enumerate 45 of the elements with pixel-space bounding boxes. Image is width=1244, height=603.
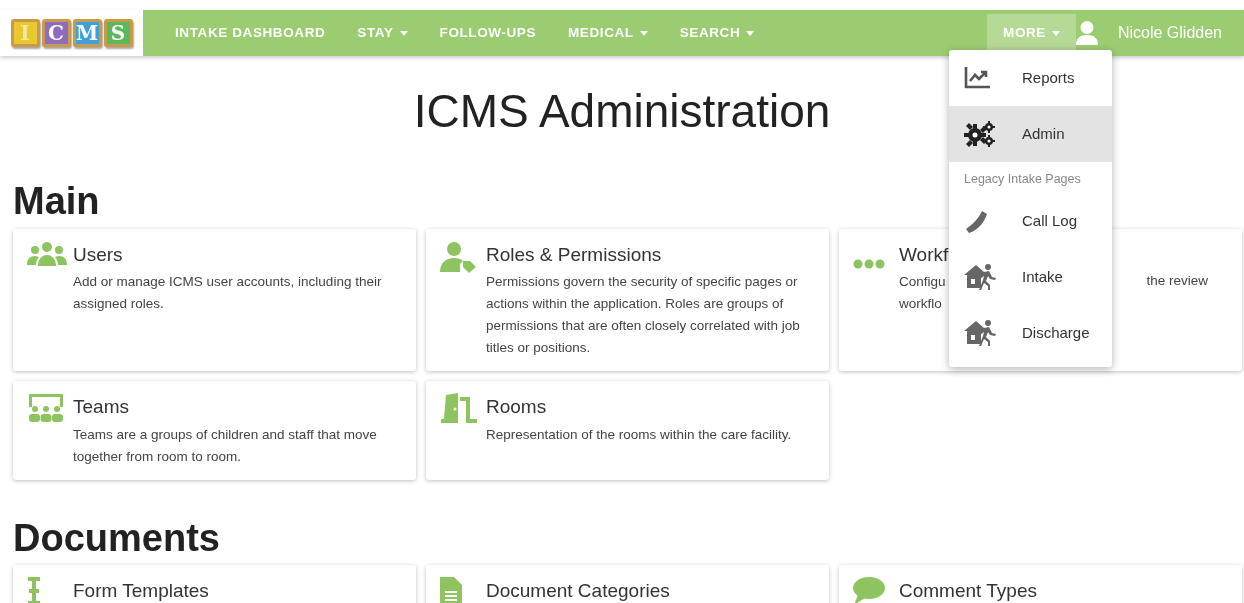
card-title: Document Categories <box>486 579 671 603</box>
admin-card[interactable]: Document Categories <box>426 565 829 603</box>
line-chart-icon <box>964 67 990 89</box>
admin-card[interactable]: Users Add or manage ICMS user accounts, including their assigned roles. <box>13 228 416 372</box>
card-description: Configu <box>899 273 946 292</box>
card-description: Teams are a groups of children and staff that move together from room to room. <box>73 425 378 466</box>
house-person-icon <box>964 319 996 346</box>
menu-item[interactable]: Intake <box>949 248 1112 305</box>
door-icon <box>440 393 478 424</box>
admin-card[interactable]: Rooms Representation of the rooms within the care facility. <box>426 381 829 480</box>
user-icon <box>1075 21 1098 45</box>
card-title: Rooms <box>486 395 548 420</box>
menu-header: Legacy Intake Pages <box>963 171 1082 188</box>
text-cursor-icon <box>27 577 41 603</box>
user-tag-icon <box>440 240 476 273</box>
card-title: Workf <box>899 242 949 267</box>
logo[interactable]: I C M S <box>0 10 143 56</box>
admin-card[interactable]: Comment Types <box>839 565 1242 603</box>
card-title: Form Templates <box>73 579 210 603</box>
dots-icon <box>853 258 885 269</box>
section-heading: Main <box>13 179 100 225</box>
card-description: workflo <box>899 295 942 314</box>
card-description: Representation of the rooms within the care facility. <box>486 425 793 444</box>
page-title: ICMS Administration <box>413 84 831 139</box>
menu-item[interactable]: Admin <box>949 106 1112 162</box>
menu-item[interactable]: Reports <box>949 50 1112 106</box>
section-heading: Documents <box>13 515 220 561</box>
card-title: Teams <box>73 395 130 420</box>
admin-card[interactable]: Roles & Permissions Permissions govern the security of specific pages or actions within the application. Roles are groups of permissions that are often closely correlated with job titles or positions. <box>426 228 829 372</box>
card-title: Comment Types <box>899 579 1038 603</box>
users-icon <box>27 240 67 267</box>
card-description: the review <box>1146 271 1208 290</box>
document-icon <box>440 577 462 603</box>
gears-icon <box>964 121 996 147</box>
card-title: Roles & Permissions <box>486 242 663 267</box>
card-title: Users <box>73 242 124 267</box>
admin-card[interactable]: Form Templates <box>13 565 416 603</box>
card-description: Add or manage ICMS user accounts, including their assigned roles. <box>73 273 383 314</box>
speech-bubble-icon <box>853 577 885 603</box>
team-board-icon <box>27 393 65 424</box>
admin-card[interactable]: Teams Teams are a groups of children and staff that move together from room to room. <box>13 381 416 480</box>
house-person-icon <box>964 263 996 290</box>
menu-item[interactable]: Call Log <box>949 192 1112 249</box>
menu-item[interactable]: Discharge <box>949 304 1112 361</box>
card-description: Permissions govern the security of specific pages or actions within the application. Roles are groups of permissions that are often closely correlated with job titles or positions. <box>486 273 801 358</box>
